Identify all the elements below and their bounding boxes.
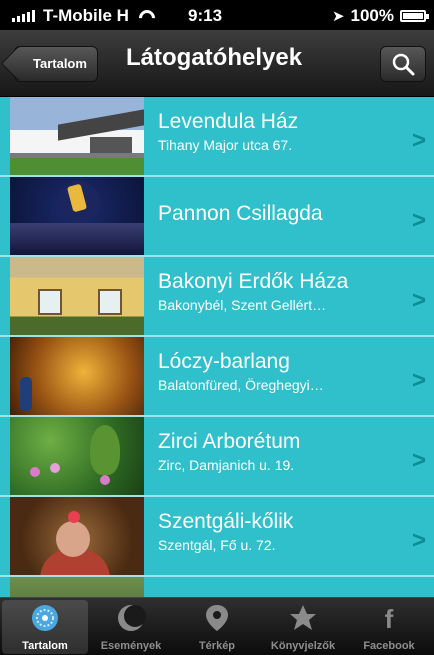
status-bar: T-Mobile H 9:13 ➤ 100% xyxy=(0,0,434,30)
place-thumbnail xyxy=(10,97,144,175)
chevron-right-icon: > xyxy=(411,527,426,554)
list-item[interactable]: Levendula Ház Tihany Major utca 67. > xyxy=(0,97,434,177)
search-button[interactable] xyxy=(380,46,426,82)
item-title: Bakonyi Erdők Háza xyxy=(158,270,349,293)
list-item[interactable]: Pannon Csillagda > xyxy=(0,177,434,257)
list-item[interactable]: Bakonyi Erdők Háza Bakonybél, Szent Gellé… xyxy=(0,257,434,337)
item-title: Levendula Ház xyxy=(158,110,299,133)
battery-icon xyxy=(400,10,429,22)
tab-label: Események xyxy=(100,640,162,652)
list-item[interactable]: Lóczy-barlang Balatonfüred, Öreghegyi… > xyxy=(0,337,434,417)
tab-konyvjelzok[interactable]: Könyvjelzők xyxy=(260,600,346,654)
place-thumbnail xyxy=(10,177,144,255)
chevron-right-icon: > xyxy=(411,207,426,234)
map-pin-icon xyxy=(206,605,228,631)
place-thumbnail xyxy=(10,257,144,335)
place-thumbnail xyxy=(10,577,144,597)
chevron-right-icon: > xyxy=(411,447,426,474)
page-title: Látogatóhelyek xyxy=(126,44,303,71)
item-title: Lóczy-barlang xyxy=(158,350,290,373)
list-item[interactable]: Zirci Arborétum Zirc, Damjanich u. 19. > xyxy=(0,417,434,497)
tab-esemenyek[interactable]: Események xyxy=(88,600,174,654)
list-item[interactable] xyxy=(0,577,434,597)
chevron-right-icon: > xyxy=(411,127,426,154)
facebook-icon: f xyxy=(385,604,394,633)
clock: 9:13 xyxy=(188,6,223,25)
item-subtitle: Bakonybél, Szent Gellért… xyxy=(158,297,327,313)
tab-label: Könyvjelzők xyxy=(270,640,336,652)
carrier-label: T-Mobile H xyxy=(43,6,129,25)
item-subtitle: Tihany Major utca 67. xyxy=(158,137,293,153)
status-right: ➤ 100% xyxy=(331,6,429,26)
navigation-bar: Tartalom Látogatóhelyek xyxy=(0,30,434,97)
place-thumbnail xyxy=(10,417,144,495)
tab-tartalom[interactable]: Tartalom xyxy=(2,600,88,654)
item-subtitle: Zirc, Damjanich u. 19. xyxy=(158,457,295,473)
chevron-right-icon: > xyxy=(411,367,426,394)
status-left: T-Mobile H xyxy=(12,6,155,26)
signal-icon xyxy=(12,10,35,22)
tab-facebook[interactable]: f Facebook xyxy=(346,600,432,654)
item-title: Szentgáli-kőlik xyxy=(158,510,294,533)
svg-text:f: f xyxy=(385,604,394,633)
bookmark-star-icon xyxy=(290,605,316,630)
place-thumbnail xyxy=(10,337,144,415)
item-subtitle: Szentgál, Fő u. 72. xyxy=(158,537,276,553)
back-button[interactable]: Tartalom xyxy=(14,46,98,82)
tab-label: Facebook xyxy=(363,640,415,652)
item-title: Zirci Arborétum xyxy=(158,430,301,453)
app-screen: T-Mobile H 9:13 ➤ 100% Tartalom Látogató… xyxy=(0,0,434,655)
tab-label: Tartalom xyxy=(22,640,68,652)
location-arrow-icon: ➤ xyxy=(331,8,345,25)
wifi-icon xyxy=(139,10,155,22)
item-subtitle: Balatonfüred, Öreghegyi… xyxy=(158,377,324,393)
contents-icon xyxy=(32,605,58,631)
chevron-right-icon: > xyxy=(411,287,426,314)
place-thumbnail xyxy=(10,497,144,575)
tab-bar: Tartalom Események Térkép Könyvjelzők f … xyxy=(0,597,434,655)
events-icon xyxy=(118,605,146,631)
back-button-label: Tartalom xyxy=(33,56,87,71)
search-icon xyxy=(392,53,415,76)
places-list: Levendula Ház Tihany Major utca 67. > Pan… xyxy=(0,97,434,597)
battery-percent: 100% xyxy=(350,6,394,25)
list-item[interactable]: Szentgáli-kőlik Szentgál, Fő u. 72. > xyxy=(0,497,434,577)
item-title: Pannon Csillagda xyxy=(158,202,323,225)
tab-terkep[interactable]: Térkép xyxy=(174,600,260,654)
tab-label: Térkép xyxy=(198,640,236,652)
